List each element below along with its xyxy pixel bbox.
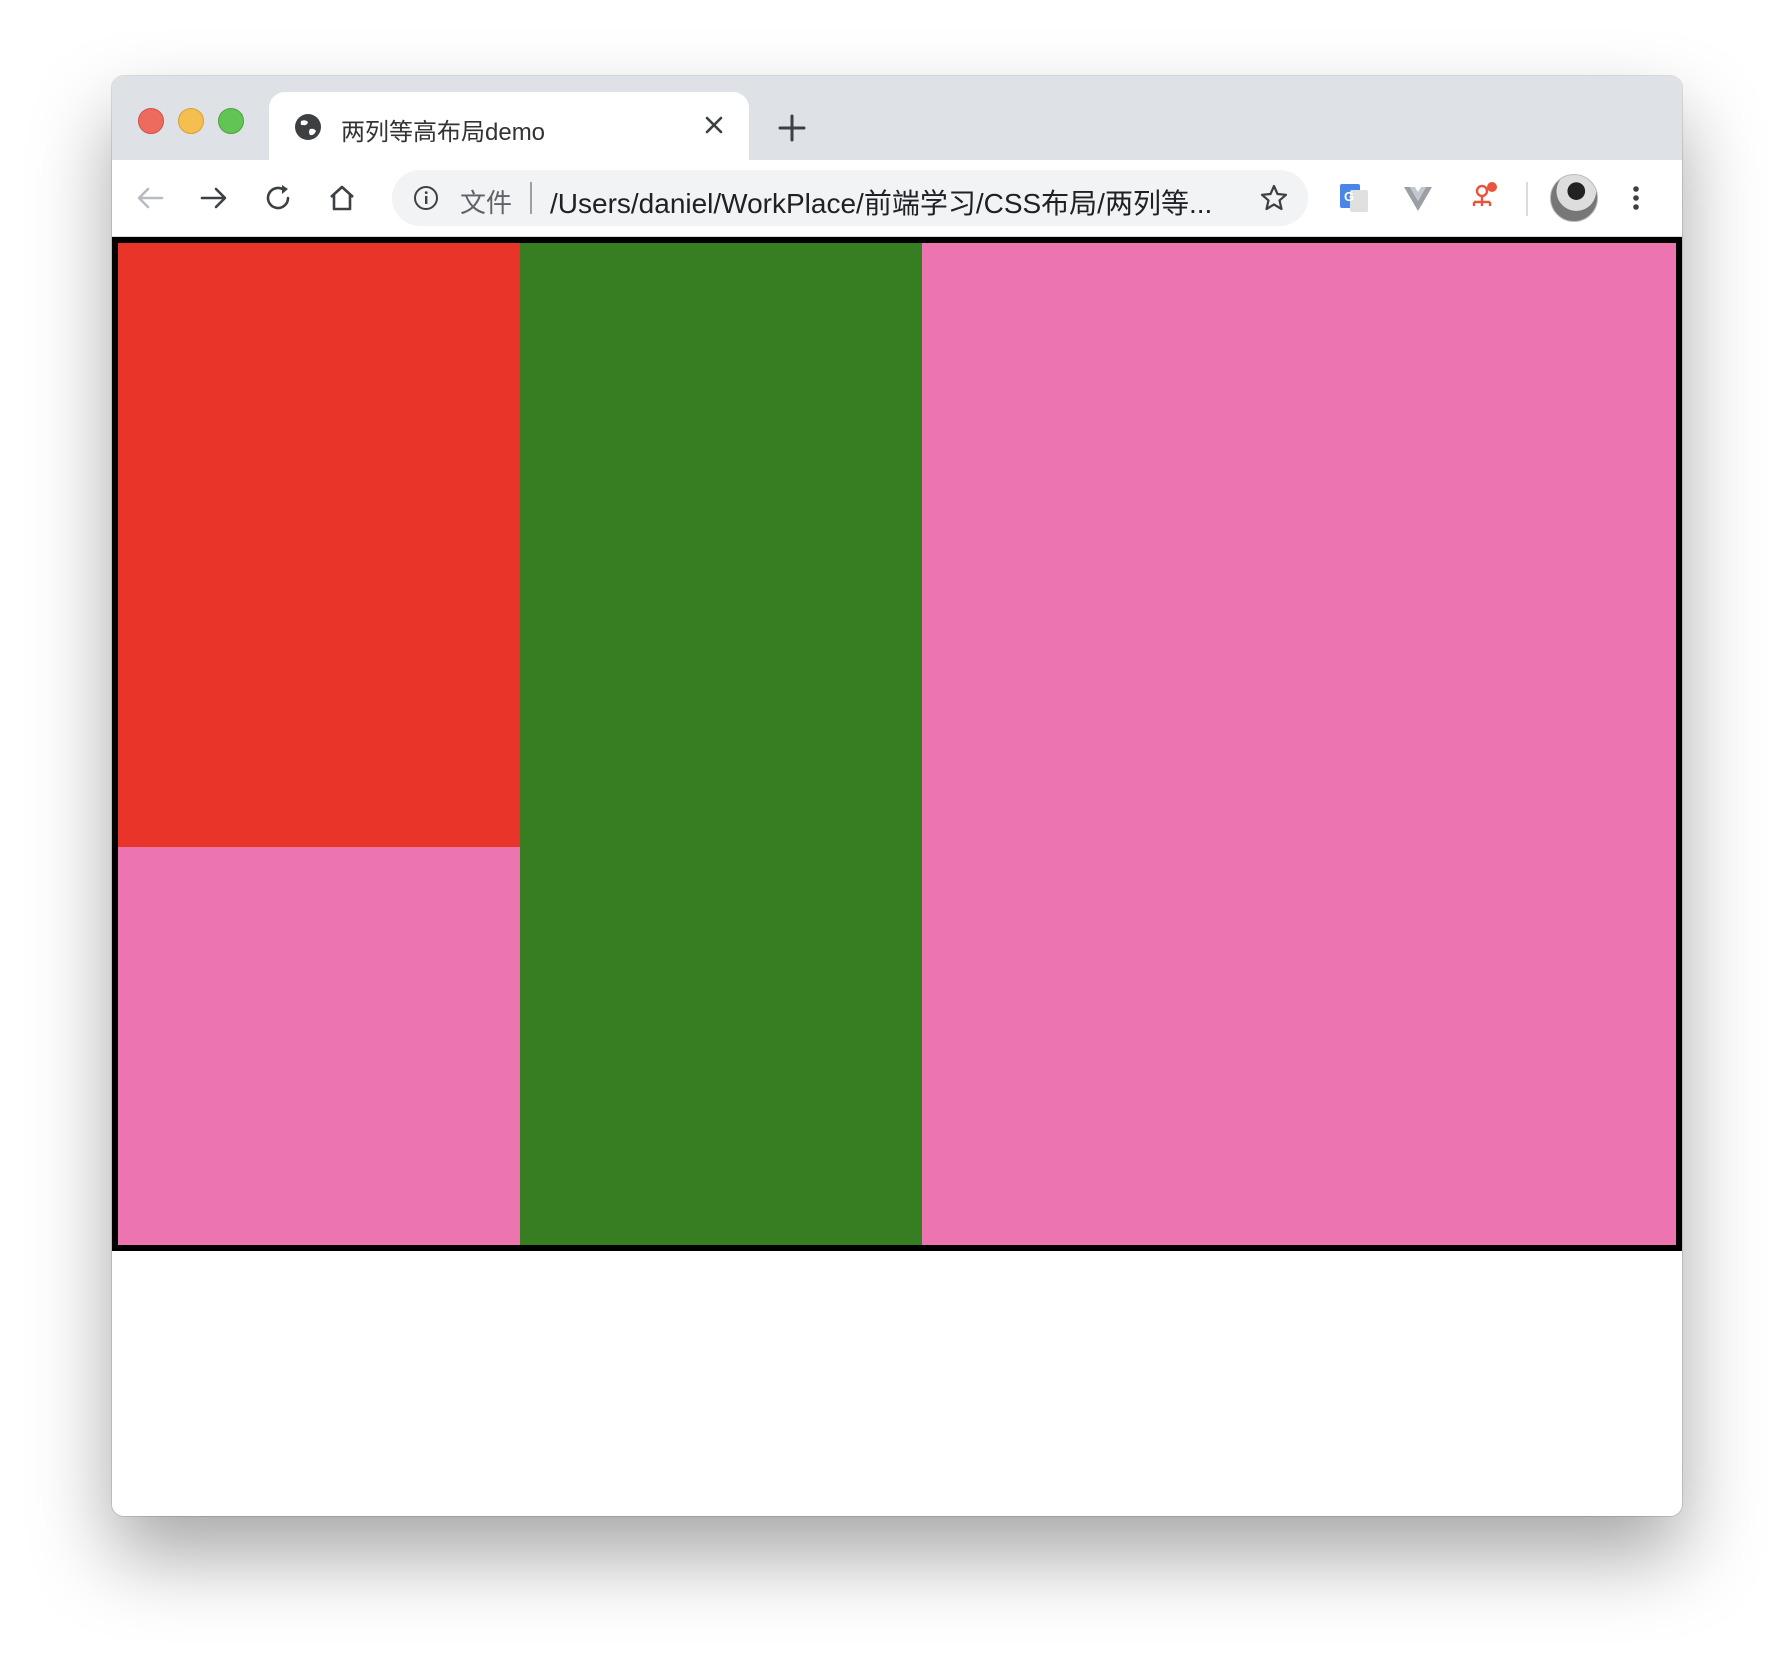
scheme-label: 文件 [460,188,513,218]
browser-window: 两列等高布局demo 文件 /Users/daniel/WorkPlace/前端… [112,76,1682,1516]
tab-active[interactable]: 两列等高布局demo [269,92,749,160]
left-top-block [118,243,520,847]
kebab-menu-icon[interactable] [1618,180,1654,216]
address-bar[interactable]: 文件 /Users/daniel/WorkPlace/前端学习/CSS布局/两列… [392,170,1308,226]
svg-text:G: G [1344,189,1354,204]
extension-icon[interactable] [1464,180,1500,216]
window-maximize-button[interactable] [218,108,244,134]
globe-icon [295,114,321,140]
middle-column [520,243,922,1245]
window-minimize-button[interactable] [178,108,204,134]
title-bar: 两列等高布局demo [112,76,1682,160]
tab-title: 两列等高布局demo [341,119,546,146]
reload-icon[interactable] [260,180,296,216]
equal-height-container [112,237,1682,1251]
forward-arrow-icon[interactable] [196,180,232,216]
info-icon[interactable] [412,184,440,212]
home-icon[interactable] [324,180,360,216]
left-bottom-block [118,847,520,1245]
url-text[interactable]: /Users/daniel/WorkPlace/前端学习/CSS布局/两列等..… [550,182,1230,222]
toolbar: 文件 /Users/daniel/WorkPlace/前端学习/CSS布局/两列… [112,160,1682,237]
page-viewport [112,237,1682,1516]
omnibox-divider [530,182,532,214]
close-icon[interactable] [699,110,729,140]
google-translate-icon[interactable]: G [1336,180,1372,216]
toolbar-separator [1526,182,1528,216]
vue-devtools-icon[interactable] [1400,180,1436,216]
left-column [118,243,520,1245]
back-arrow-icon[interactable] [132,180,168,216]
star-icon[interactable] [1258,182,1290,214]
right-column [922,243,1676,1245]
plus-icon[interactable] [774,110,810,146]
window-close-button[interactable] [138,108,164,134]
avatar[interactable] [1550,174,1598,222]
